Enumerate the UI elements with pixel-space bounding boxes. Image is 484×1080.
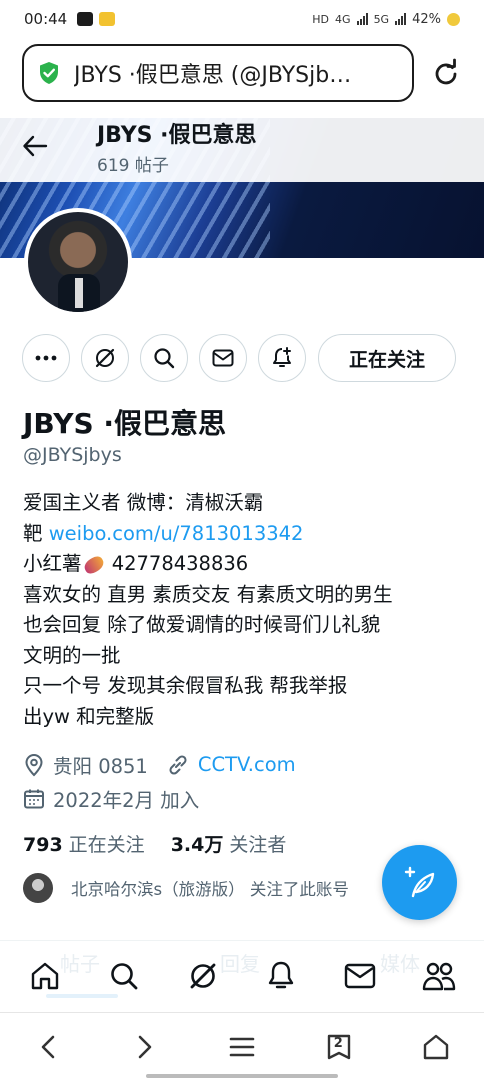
bio-line: 小红薯 42778438836 (23, 549, 463, 580)
profile-name: JBYS ·假巴意思 (23, 407, 227, 440)
chevron-left-icon (42, 1035, 55, 1058)
nav-communities[interactable] (419, 956, 459, 996)
browser-toolbar: 2 (0, 1012, 484, 1080)
nav-home[interactable] (25, 956, 65, 996)
reload-icon[interactable] (430, 58, 462, 90)
follow-counts: 793 正在关注 3.4万 关注者 (23, 830, 286, 857)
bell-icon (269, 961, 294, 988)
battery-level: 42% (412, 11, 441, 27)
calendar-icon (24, 789, 44, 808)
profile-joined: 2022年2月 加入 (23, 784, 199, 813)
status-time: 00:44 (24, 10, 68, 28)
nav-search[interactable] (104, 956, 144, 996)
following-label: 正在关注 (68, 834, 145, 856)
search-icon (111, 962, 138, 989)
compose-feather-icon (404, 866, 434, 897)
bio-text: 42778438836 (105, 552, 249, 575)
bio-line: 喜欢女的 直男 素质交友 有素质文明的男生 (23, 582, 393, 606)
bio-line: 出yw 和完整版 (23, 704, 155, 728)
status-bar: 00:44 HD 4G 5G 42% (0, 0, 484, 38)
url-bar[interactable]: JBYS ·假巴意思 (@JBYSjb… (22, 44, 414, 102)
secure-shield-icon (40, 62, 58, 84)
url-text: JBYS ·假巴意思 (@JBYSjb… (74, 63, 352, 88)
tab-count: 2 (333, 1035, 343, 1051)
location-pin-icon (25, 753, 43, 776)
message-button[interactable] (199, 334, 247, 382)
notify-button[interactable] (258, 334, 306, 382)
app-notification-icon (77, 12, 94, 26)
followed-by-text: 北京哈尔滨s（旅游版） 关注了此账号 (71, 880, 349, 899)
link-icon (169, 754, 187, 775)
bio-text: 小红薯 (23, 552, 82, 575)
grok-icon (190, 963, 216, 988)
website-link[interactable]: CCTV.com (198, 753, 296, 776)
followers-count: 3.4万 (170, 834, 224, 856)
home-icon (32, 962, 59, 989)
search-icon (154, 348, 175, 369)
back-arrow-icon[interactable] (22, 134, 48, 158)
nav-notifications[interactable] (261, 956, 301, 996)
location-text: 贵阳 0851 (53, 755, 148, 778)
weibo-link[interactable]: weibo.com/u/7813013342 (49, 522, 304, 545)
profile-actions (22, 334, 306, 382)
bio-text: 靶 (23, 521, 49, 545)
grok-icon (95, 348, 115, 368)
followers-label: 关注者 (229, 834, 287, 856)
joined-text: 2022年2月 加入 (53, 789, 200, 812)
more-button[interactable] (22, 334, 70, 382)
bio-line: 也会回复 除了做爱调情的时候哥们儿礼貌 (23, 613, 381, 636)
follower-avatar (23, 873, 53, 903)
bell-plus-icon (273, 347, 291, 367)
search-button[interactable] (140, 334, 188, 382)
header-name: JBYS ·假巴意思 (97, 123, 257, 148)
following-count: 793 (23, 834, 63, 856)
mail-icon (344, 963, 376, 988)
profile-handle: @JBYSjbys (23, 444, 122, 466)
network-4g-label: 4G (335, 12, 351, 26)
bio-line: 文明的一批 (23, 643, 121, 667)
profile-meta: 贵阳 0851 CCTV.com (23, 750, 296, 779)
hd-label: HD (312, 12, 330, 26)
gesture-bar (146, 1074, 338, 1078)
home-icon (423, 1034, 448, 1059)
header-posts-count: 619 帖子 (97, 156, 169, 176)
nav-messages[interactable] (340, 956, 380, 996)
app-notification-icon-2 (99, 12, 116, 26)
status-indicators: HD 4G 5G 42% (312, 12, 460, 27)
followers-count-link[interactable]: 3.4万 关注者 (171, 830, 287, 857)
signal-icon (356, 13, 368, 25)
browser-back-button[interactable] (26, 1025, 70, 1069)
mail-icon (212, 349, 234, 367)
followed-by-row[interactable]: 北京哈尔滨s（旅游版） 关注了此账号 (23, 873, 349, 903)
more-dots-icon (35, 355, 57, 361)
following-button[interactable]: 正在关注 (318, 334, 456, 382)
moon-icon (447, 12, 460, 26)
avatar[interactable] (24, 208, 132, 316)
grok-button[interactable] (81, 334, 129, 382)
nav-grok[interactable] (183, 956, 223, 996)
profile-bio: 爱国主义者 微博：清椒沃霸 靶 weibo.com/u/7813013342 小… (23, 488, 463, 732)
chevron-right-icon (138, 1035, 152, 1058)
compose-button[interactable] (382, 845, 457, 920)
people-icon (422, 962, 455, 990)
sweet-potato-emoji-icon (81, 553, 106, 576)
bio-line: 爱国主义者 微博：清椒沃霸 (23, 491, 264, 514)
bio-line: 只一个号 发现其余假冒私我 帮我举报 (23, 674, 348, 697)
browser-menu-button[interactable] (220, 1025, 264, 1069)
bio-line: 靶 weibo.com/u/7813013342 (23, 519, 463, 550)
signal-icon-2 (395, 13, 407, 25)
menu-icon (229, 1037, 255, 1056)
browser-home-button[interactable] (414, 1025, 458, 1069)
browser-forward-button[interactable] (123, 1025, 167, 1069)
browser-tabs-button[interactable]: 2 (317, 1025, 361, 1069)
bottom-nav (0, 940, 484, 1010)
network-5g-label: 5G (373, 12, 390, 26)
following-count-link[interactable]: 793 正在关注 (23, 830, 145, 857)
